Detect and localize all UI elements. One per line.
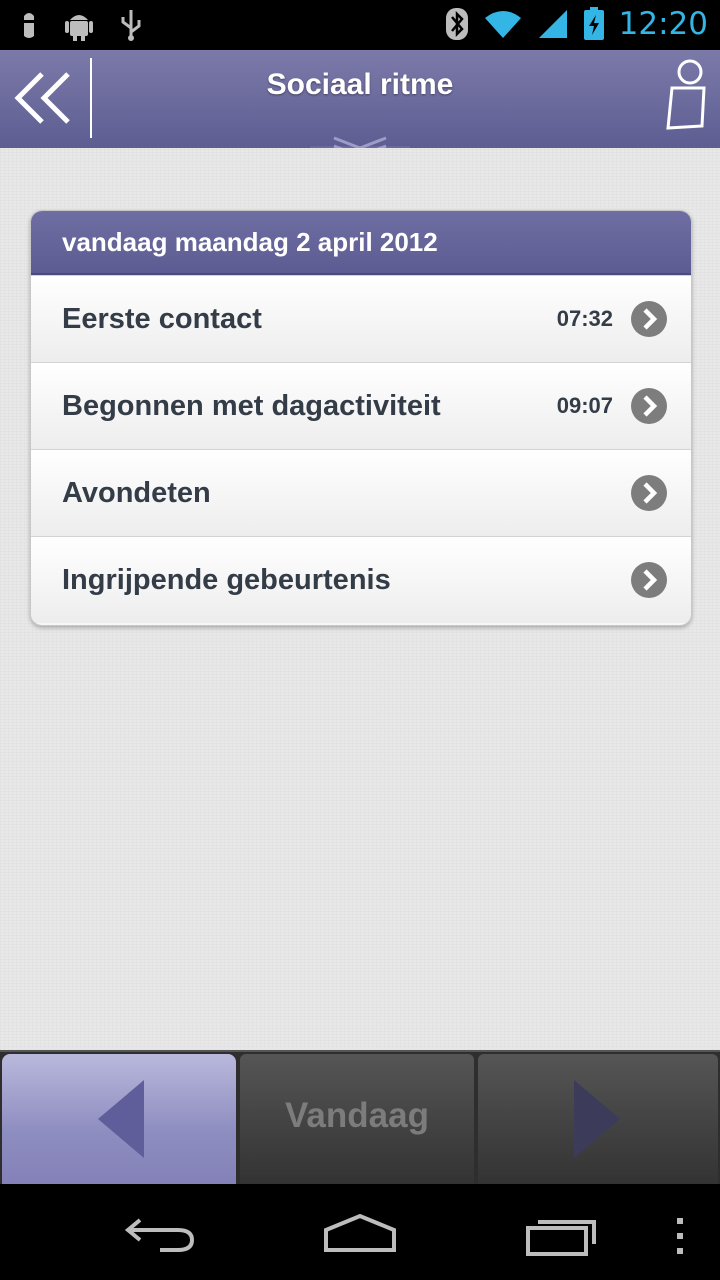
events-card: vandaag maandag 2 april 2012 Eerste cont… [30, 210, 692, 626]
usb-icon [121, 10, 141, 41]
chevron-right-icon [631, 475, 667, 511]
list-item-label: Eerste contact [62, 303, 262, 335]
date-header: vandaag maandag 2 april 2012 [31, 211, 691, 275]
today-button[interactable]: Vandaag [240, 1054, 474, 1184]
list-item-label: Begonnen met dagactiviteit [62, 390, 441, 422]
next-day-button[interactable] [478, 1054, 718, 1184]
wifi-icon [484, 11, 521, 38]
recent-apps-icon[interactable] [524, 1214, 600, 1258]
list-item-label: Avondeten [62, 477, 211, 509]
overflow-menu-icon[interactable] [672, 1216, 688, 1256]
chevron-right-icon [631, 388, 667, 424]
status-bar: 12:20 [0, 0, 720, 50]
list-item-ingrijpende-gebeurtenis[interactable]: Ingrijpende gebeurtenis [31, 536, 691, 623]
list-item-avondeten[interactable]: Avondeten [31, 449, 691, 536]
user-button[interactable] [662, 56, 714, 136]
person-icon [666, 59, 706, 130]
status-time: 12:20 [618, 6, 708, 42]
list-item-time: 09:07 [556, 393, 613, 418]
battery-charging-icon [583, 7, 604, 40]
bottom-nav: Vandaag [0, 1050, 720, 1186]
chevron-right-icon [631, 562, 667, 598]
back-arrow-icon[interactable] [120, 1214, 200, 1254]
signal-icon [538, 10, 567, 38]
chevron-right-icon [631, 301, 667, 337]
triangle-left-icon [98, 1080, 144, 1158]
previous-day-button[interactable] [2, 1054, 236, 1184]
android-icon [65, 15, 93, 41]
list-item-label: Ingrijpende gebeurtenis [62, 564, 391, 596]
triangle-right-icon [574, 1080, 620, 1158]
today-button-label: Vandaag [285, 1096, 429, 1135]
page-title: Sociaal ritme [266, 68, 454, 101]
list-item-begonnen-met-dagactiviteit[interactable]: Begonnen met dagactiviteit 09:07 [31, 362, 691, 449]
list-item-eerste-contact[interactable]: Eerste contact 07:32 [31, 275, 691, 362]
list-item-time: 07:32 [556, 306, 613, 331]
bug-icon [22, 13, 36, 38]
bluetooth-icon [445, 8, 468, 40]
system-nav-bar [0, 1184, 720, 1280]
home-icon[interactable] [320, 1212, 400, 1256]
